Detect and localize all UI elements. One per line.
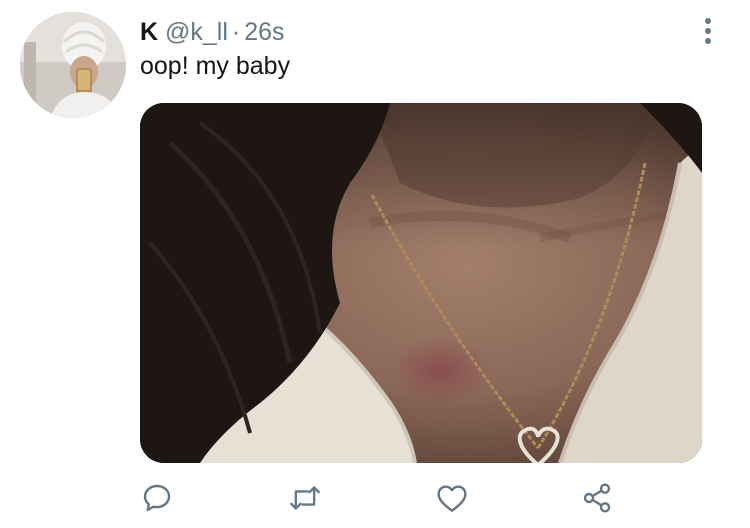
like-button[interactable]: [432, 478, 472, 518]
share-button[interactable]: [577, 478, 617, 518]
more-vertical-icon[interactable]: [696, 16, 720, 46]
user-handle[interactable]: @k_ll: [165, 18, 228, 46]
avatar-photo: [20, 12, 126, 118]
tweet-media-image[interactable]: [140, 103, 702, 463]
tweet-card: K @k_ll · 26s oop! my baby: [0, 0, 750, 528]
separator: ·: [231, 18, 241, 46]
retweet-icon: [290, 486, 320, 510]
tweet-actions: [0, 478, 750, 518]
display-name[interactable]: K: [140, 18, 158, 46]
heart-icon: [437, 485, 467, 512]
timestamp[interactable]: 26s: [244, 18, 284, 46]
reply-bubble-icon: [143, 484, 171, 512]
reply-button[interactable]: [137, 478, 177, 518]
avatar[interactable]: [20, 12, 126, 118]
tweet-header: K @k_ll · 26s: [140, 16, 285, 48]
retweet-button[interactable]: [285, 478, 325, 518]
tweet-text: oop! my baby: [140, 52, 291, 80]
share-icon: [583, 483, 611, 513]
